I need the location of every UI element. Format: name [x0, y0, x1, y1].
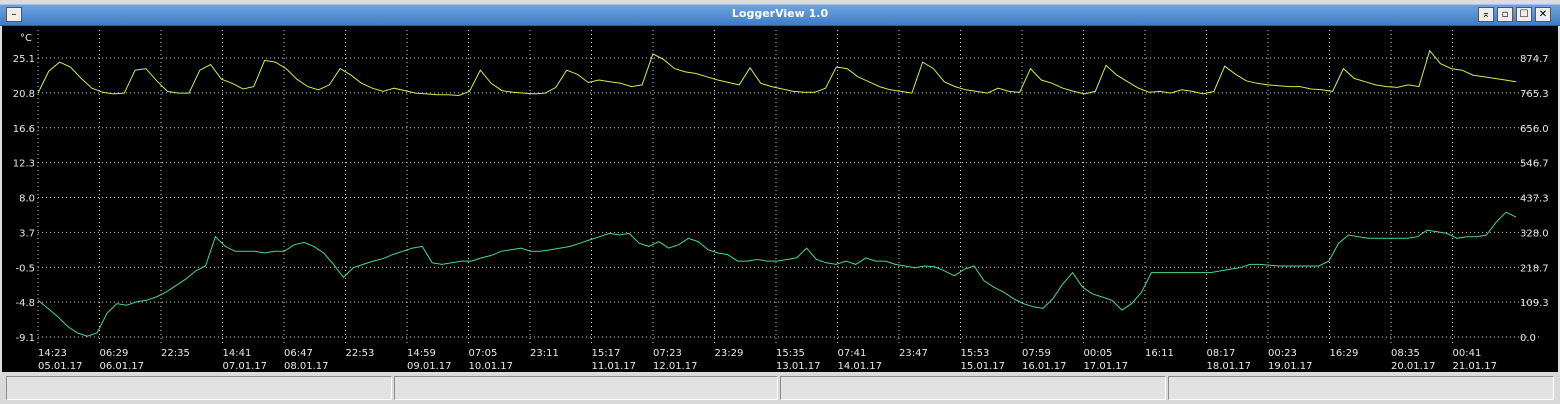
right-tick-label: 874.7 [1520, 54, 1549, 65]
x-tick-time: 07:23 [653, 348, 682, 359]
right-tick-label: 656.0 [1520, 124, 1549, 135]
x-tick-time: 22:35 [161, 348, 190, 359]
x-tick-time: 15:53 [961, 348, 990, 359]
x-tick-time: 15:17 [592, 348, 621, 359]
shade-button[interactable]: ⌅ [1478, 7, 1494, 22]
right-tick-label: 765.3 [1520, 89, 1549, 100]
x-tick-time: 07:41 [838, 348, 867, 359]
left-axis-unit: °C [20, 33, 32, 44]
x-tick-time: 08:17 [1207, 348, 1236, 359]
close-button[interactable]: ✕ [1535, 7, 1551, 22]
x-tick-time: 06:47 [284, 348, 313, 359]
status-bar [0, 374, 1560, 404]
right-tick-label: 437.3 [1520, 194, 1549, 205]
left-axis-ticks: 25.1 20.8 16.6 12.3 8.0 3.7 -0.5 -4.8 -9.1 [13, 54, 35, 344]
x-tick-time: 07:05 [469, 348, 498, 359]
x-tick-date: 14.01.17 [838, 361, 883, 372]
x-tick-date: 13.01.17 [776, 361, 821, 372]
x-tick-time: 00:41 [1453, 348, 1482, 359]
x-tick-date: 19.01.17 [1268, 361, 1313, 372]
series-lines [37, 49, 1517, 337]
left-tick-label: 25.1 [13, 54, 35, 65]
x-tick-date: 06.01.17 [100, 361, 145, 372]
maximize-button[interactable]: ☐ [1516, 7, 1532, 22]
status-panel-2 [394, 376, 778, 400]
x-tick-time: 00:23 [1268, 348, 1297, 359]
x-tick-date: 07.01.17 [223, 361, 268, 372]
x-tick-date: 09.01.17 [407, 361, 452, 372]
x-tick-time: 23:47 [899, 348, 928, 359]
x-tick-time: 06:29 [100, 348, 129, 359]
title-bar[interactable]: – LoggerView 1.0 ⌅ ▫ ☐ ✕ [0, 4, 1560, 26]
x-tick-time: 15:35 [776, 348, 805, 359]
x-tick-time: 07:59 [1022, 348, 1051, 359]
right-tick-label: 546.7 [1520, 159, 1549, 170]
minimize-button[interactable]: ▫ [1497, 7, 1513, 22]
x-tick-date: 08.01.17 [284, 361, 329, 372]
x-tick-date: 11.01.17 [592, 361, 637, 372]
right-tick-label: 328.0 [1520, 228, 1549, 239]
series-line-lower [37, 211, 1517, 337]
left-tick-label: -0.5 [15, 263, 35, 274]
left-tick-label: -9.1 [15, 333, 35, 344]
x-tick-time: 23:11 [530, 348, 559, 359]
x-tick-time: 14:23 [38, 348, 67, 359]
x-tick-time: 14:59 [407, 348, 436, 359]
left-tick-label: -4.8 [15, 298, 35, 309]
left-tick-label: 12.3 [13, 159, 35, 170]
status-panel-1 [6, 376, 392, 400]
x-tick-time: 16:11 [1145, 348, 1174, 359]
x-tick-date: 20.01.17 [1391, 361, 1436, 372]
x-tick-date: 21.01.17 [1453, 361, 1498, 372]
x-tick-time: 08:35 [1391, 348, 1420, 359]
right-axis-ticks: 874.7 765.3 656.0 546.7 437.3 328.0 218.7 109.3… [1520, 54, 1549, 344]
x-tick-date: 16.01.17 [1022, 361, 1067, 372]
horizontal-gridlines [38, 57, 1542, 338]
x-tick-time: 14:41 [223, 348, 252, 359]
left-tick-label: 16.6 [13, 124, 35, 135]
left-tick-label: 20.8 [13, 89, 35, 100]
x-tick-time: 23:29 [715, 348, 744, 359]
right-tick-label: 0.0 [1520, 333, 1536, 344]
x-tick-time: 00:05 [1084, 348, 1113, 359]
window-title: LoggerView 1.0 [731, 7, 829, 20]
x-tick-date: 15.01.17 [961, 361, 1006, 372]
x-tick-date: 05.01.17 [38, 361, 83, 372]
left-tick-label: 3.7 [19, 228, 35, 239]
right-tick-label: 218.7 [1520, 263, 1549, 274]
x-axis-ticks: 14:23 05.01.17 06:29 06.01.17 22:35 14:41 07.0… [38, 348, 1497, 372]
chart-svg[interactable]: °C 25.1 20.8 16.6 12.3 8.0 3.7 -0.5 -4.8 -9.1 87… [2, 26, 1558, 372]
x-tick-time: 16:29 [1330, 348, 1359, 359]
status-panel-3 [780, 376, 1166, 400]
x-tick-date: 10.01.17 [469, 361, 514, 372]
plot-area[interactable]: °C 25.1 20.8 16.6 12.3 8.0 3.7 -0.5 -4.8 -9.1 87… [2, 26, 1558, 372]
left-tick-label: 8.0 [19, 194, 35, 205]
status-panel-4 [1168, 376, 1554, 400]
x-tick-date: 18.01.17 [1207, 361, 1252, 372]
right-tick-label: 109.3 [1520, 298, 1549, 309]
series-line-upper [37, 49, 1517, 97]
x-tick-time: 22:53 [346, 348, 375, 359]
x-tick-date: 12.01.17 [653, 361, 698, 372]
logger-window: – LoggerView 1.0 ⌅ ▫ ☐ ✕ °C 25.1 20.8 16.6… [0, 0, 1560, 404]
x-tick-date: 17.01.17 [1084, 361, 1129, 372]
